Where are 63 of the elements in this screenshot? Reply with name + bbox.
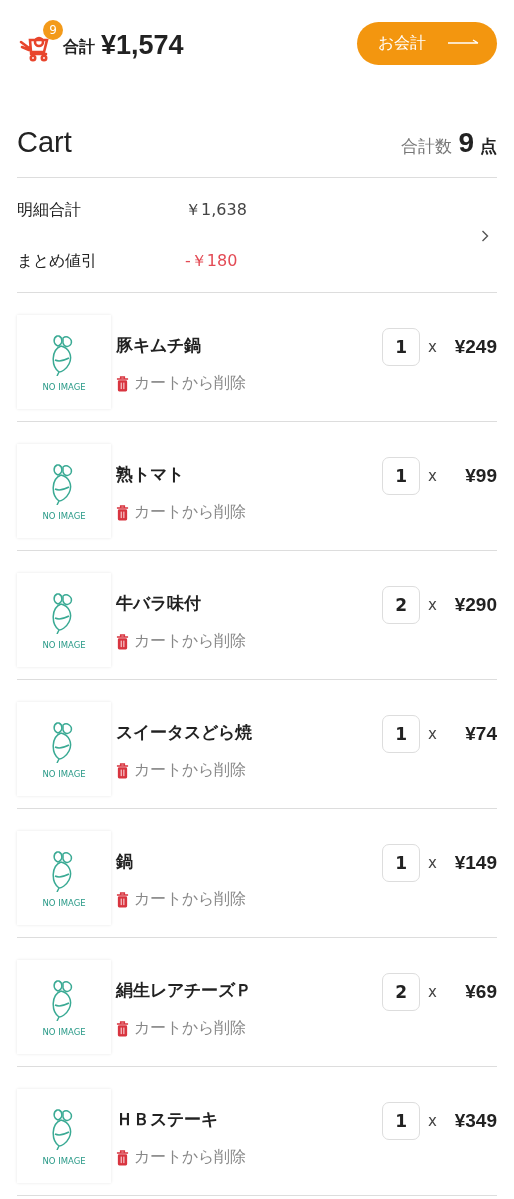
count-badge: 9 bbox=[43, 20, 63, 40]
multiply-sign: x bbox=[428, 1112, 437, 1130]
multiply-sign: x bbox=[428, 725, 437, 743]
product-name: 熟トマト bbox=[116, 463, 185, 486]
trash-icon bbox=[116, 762, 129, 779]
remove-link[interactable]: カートから削除 bbox=[116, 373, 383, 394]
multiply-sign: x bbox=[428, 596, 437, 614]
remove-link[interactable]: カートから削除 bbox=[116, 502, 383, 523]
count-unit: 点 bbox=[480, 135, 497, 158]
trash-icon bbox=[116, 1149, 129, 1166]
summary-label: まとめ値引 bbox=[17, 251, 98, 272]
no-image-label: NO IMAGE bbox=[42, 898, 86, 908]
item-price: ¥249 bbox=[453, 336, 497, 358]
item-price: ¥74 bbox=[464, 723, 497, 745]
trash-icon bbox=[116, 891, 129, 908]
quantity-field[interactable]: 1 bbox=[382, 844, 421, 882]
item-price: ¥99 bbox=[464, 465, 497, 487]
summary-value: ￥1,638 bbox=[185, 200, 247, 221]
no-image-label: NO IMAGE bbox=[42, 1156, 86, 1166]
total-label: 合計 bbox=[63, 37, 95, 58]
multiply-sign: x bbox=[428, 338, 437, 356]
quantity-field[interactable]: 2 bbox=[382, 973, 421, 1011]
product-name: ＨＢステーキ bbox=[116, 1108, 219, 1131]
multiply-sign: x bbox=[428, 467, 437, 485]
checkout-button[interactable]: お会計 bbox=[357, 21, 497, 65]
multiply-sign: x bbox=[428, 854, 437, 872]
no-image-label: NO IMAGE bbox=[42, 511, 86, 521]
trash-icon bbox=[116, 1020, 129, 1037]
remove-link[interactable]: カートから削除 bbox=[116, 631, 383, 652]
quantity-field[interactable]: 1 bbox=[382, 457, 421, 495]
no-image-label: NO IMAGE bbox=[42, 640, 86, 650]
quantity-field[interactable]: 1 bbox=[382, 1102, 421, 1140]
summary-label: 明細合計 bbox=[17, 200, 82, 221]
no-image-label: NO IMAGE bbox=[42, 382, 86, 392]
product-name: 豚キムチ鍋 bbox=[116, 334, 202, 357]
cart-title: Cart bbox=[17, 126, 72, 159]
arrow-icon bbox=[448, 39, 480, 47]
chevron-right-icon[interactable] bbox=[481, 230, 489, 242]
remove-link[interactable]: カートから削除 bbox=[116, 1018, 383, 1039]
total-amount: ¥1,574 bbox=[101, 30, 184, 60]
multiply-sign: x bbox=[428, 983, 437, 1001]
remove-link[interactable]: カートから削除 bbox=[116, 760, 383, 781]
trash-icon bbox=[116, 504, 129, 521]
count-label: 合計数 bbox=[401, 135, 453, 158]
item-price: ¥349 bbox=[453, 1110, 497, 1132]
remove-link[interactable]: カートから削除 bbox=[116, 889, 383, 910]
trash-icon bbox=[116, 633, 129, 650]
item-price: ¥69 bbox=[464, 981, 497, 1003]
quantity-field[interactable]: 1 bbox=[382, 715, 421, 753]
quantity-field[interactable]: 1 bbox=[382, 328, 421, 366]
product-name: 鍋 bbox=[116, 850, 134, 873]
quantity-field[interactable]: 2 bbox=[382, 586, 421, 624]
product-name: スイータスどら焼 bbox=[116, 721, 253, 744]
product-name: 牛バラ味付 bbox=[116, 592, 202, 615]
trash-icon bbox=[116, 375, 129, 392]
no-image-label: NO IMAGE bbox=[42, 769, 86, 779]
remove-link[interactable]: カートから削除 bbox=[116, 1147, 383, 1168]
no-image-label: NO IMAGE bbox=[42, 1027, 86, 1037]
item-count: 9 bbox=[458, 127, 474, 159]
product-name: 絹生レアチーズＰ bbox=[116, 979, 253, 1002]
item-price: ¥149 bbox=[453, 852, 497, 874]
summary-value: -￥180 bbox=[185, 251, 238, 272]
item-price: ¥290 bbox=[453, 594, 497, 616]
